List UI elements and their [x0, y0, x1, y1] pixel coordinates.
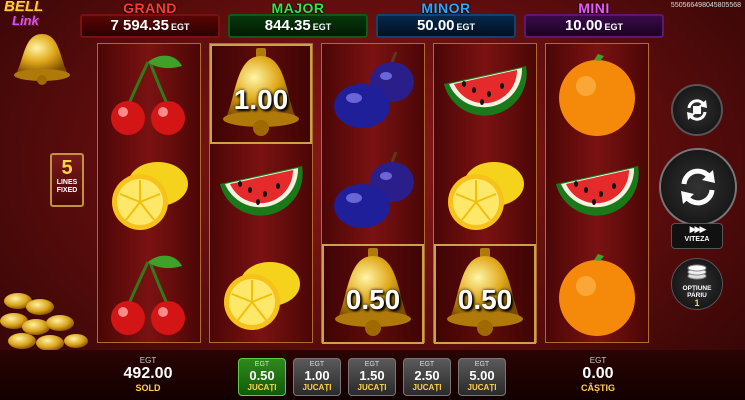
bet-button-2[interactable]: EGT 1.50 JUCAȚI	[348, 358, 396, 396]
jackpot-major: MAJOR 844.35 EGT	[228, 0, 368, 38]
orange-icon	[546, 44, 648, 149]
bell-prize-value: 0.50	[457, 284, 513, 315]
game-id: 550566498045805568	[670, 2, 741, 9]
balance-value: 492.00	[123, 365, 173, 382]
reel-cell	[322, 144, 424, 244]
jackpot-bar: GRAND 7 594.35 EGT MAJOR 844.35 EGT MINOR …	[80, 0, 670, 40]
game-logo: BELL Link	[2, 0, 82, 90]
watermelon-icon	[434, 44, 536, 149]
bet-button-0[interactable]: EGT 0.50 JUCAȚI	[238, 358, 286, 396]
bet-button-3[interactable]: EGT 2.50 JUCAȚI	[403, 358, 451, 396]
bet-value: 1.00	[304, 368, 330, 383]
lines-fixed-badge: 5 LINES FIXED	[50, 153, 84, 207]
balance-display: EGT 492.00 SOLD	[116, 356, 180, 393]
reel-cell	[434, 144, 536, 244]
bet-label: JUCAȚI	[247, 383, 277, 392]
jackpot-minor-value: 50.00	[416, 17, 455, 34]
speed-button[interactable]: ▶▶▶ VITEZA	[671, 223, 723, 249]
bet-label: JUCAȚI	[357, 383, 387, 392]
balance-label: SOLD	[135, 383, 161, 393]
plum-icon	[322, 144, 424, 249]
reel-cell	[98, 244, 200, 344]
plum-icon	[322, 44, 424, 149]
bet-button-4[interactable]: EGT 5.00 JUCAȚI	[458, 358, 506, 396]
jackpot-grand-value: 7 594.35	[110, 17, 169, 34]
autoplay-button[interactable]	[671, 84, 723, 136]
lemon-icon	[210, 244, 312, 349]
jackpot-grand: GRAND 7 594.35 EGT	[80, 0, 220, 38]
bet-value: 2.50	[414, 368, 440, 383]
reel-cell: 0.50	[322, 244, 424, 344]
bell-prize-value: 0.50	[345, 284, 401, 315]
lines-label-2: FIXED	[56, 187, 78, 194]
bet-options-label-1: OPȚIUNE	[682, 285, 712, 292]
bet-options-value: 1	[694, 298, 700, 308]
bottom-bar: EGT 492.00 SOLD EGT 0.50 JUCAȚI EGT 1.00…	[0, 350, 745, 400]
watermelon-icon	[210, 144, 312, 249]
reels-area: 1.00 0.50 0.50	[97, 43, 649, 344]
jackpot-major-currency: EGT	[312, 22, 332, 32]
spin-icon	[681, 168, 715, 206]
cherry-icon	[98, 44, 200, 149]
reel-cell	[322, 44, 424, 144]
reel-cell	[98, 44, 200, 144]
balance-currency: EGT	[139, 356, 157, 365]
reel-5	[545, 43, 649, 343]
jackpot-mini-value: 10.00	[564, 17, 603, 34]
reel-cell	[210, 244, 312, 344]
bell-prize-value: 1.00	[233, 84, 289, 115]
reel-cell	[210, 144, 312, 244]
win-value: 0.00	[582, 365, 614, 382]
lines-count: 5	[61, 157, 73, 179]
lines-label-1: LINES	[56, 179, 78, 186]
reel-cell	[546, 44, 648, 144]
bet-label: JUCAȚI	[302, 383, 332, 392]
jackpot-mini-currency: EGT	[604, 22, 624, 32]
speed-label: VITEZA	[684, 236, 710, 243]
bet-label: JUCAȚI	[467, 383, 497, 392]
bet-button-1[interactable]: EGT 1.00 JUCAȚI	[293, 358, 341, 396]
reel-cell: 0.50	[434, 244, 536, 344]
bet-value: 0.50	[249, 368, 275, 383]
bet-options-button[interactable]: OPȚIUNE PARIU 1	[671, 258, 723, 310]
coins-pile-icon	[0, 293, 88, 351]
reel-1	[97, 43, 201, 343]
reel-cell	[546, 244, 648, 344]
bet-label: JUCAȚI	[412, 383, 442, 392]
jackpot-minor: MINOR 50.00 EGT	[376, 0, 516, 38]
win-currency: EGT	[589, 356, 607, 365]
reel-2: 1.00	[209, 43, 313, 343]
orange-icon	[546, 244, 648, 349]
bet-value: 1.50	[359, 368, 385, 383]
win-display: EGT 0.00 CÂȘTIG	[566, 356, 630, 393]
reel-4: 0.50	[433, 43, 537, 344]
fast-forward-icon: ▶▶▶	[689, 224, 707, 234]
cherry-icon	[98, 244, 200, 349]
jackpot-mini: MINI 10.00 EGT	[524, 0, 664, 38]
jackpot-major-value: 844.35	[264, 17, 311, 34]
autoplay-icon	[687, 99, 707, 121]
jackpot-grand-currency: EGT	[170, 22, 190, 32]
reel-cell: 1.00	[210, 44, 312, 144]
watermelon-icon	[546, 144, 648, 249]
jackpot-minor-currency: EGT	[456, 22, 476, 32]
reel-cell	[546, 144, 648, 244]
win-label: CÂȘTIG	[580, 383, 615, 393]
reel-cell	[98, 144, 200, 244]
bet-value: 5.00	[469, 368, 495, 383]
chips-icon	[687, 264, 707, 280]
logo-bell-icon	[14, 34, 70, 85]
spin-button[interactable]	[659, 148, 737, 226]
reel-cell	[434, 44, 536, 144]
reel-3: 0.50	[321, 43, 425, 344]
lemon-icon	[98, 144, 200, 249]
lemon-icon	[434, 144, 536, 249]
